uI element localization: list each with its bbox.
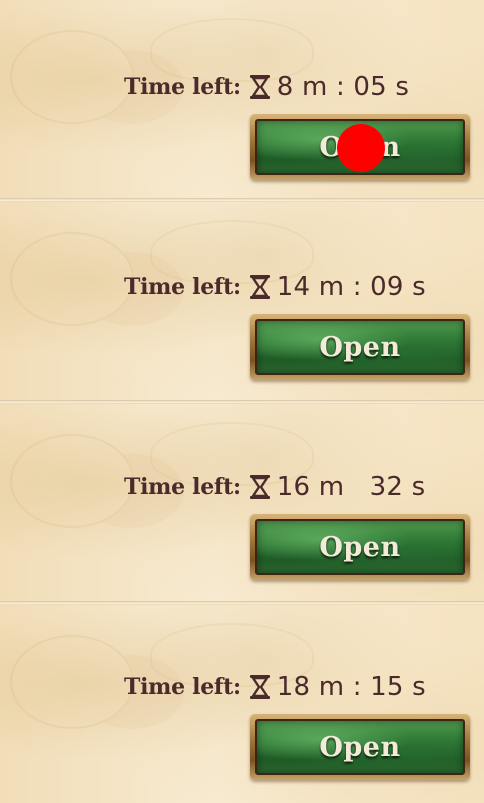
open-button[interactable]: Open xyxy=(250,114,470,180)
hourglass-icon xyxy=(249,675,270,699)
time-left-value: 16 m 32 s xyxy=(276,472,426,502)
open-button-label: Open xyxy=(319,531,401,563)
time-left-display: Time left: 14 m : 09 s xyxy=(124,270,426,304)
time-left-label: Time left: xyxy=(124,74,241,100)
timer-list: Time left: 8 m : 05 s Open Time left: 14… xyxy=(0,0,484,803)
open-button[interactable]: Open xyxy=(250,514,470,580)
open-button-face[interactable]: Open xyxy=(255,119,465,175)
time-left-label: Time left: xyxy=(124,474,241,500)
hourglass-icon xyxy=(249,75,270,99)
time-left-display: Time left: 16 m 32 s xyxy=(124,470,425,504)
open-button-face[interactable]: Open xyxy=(255,319,465,375)
open-button-label: Open xyxy=(319,731,401,763)
time-left-value: 18 m : 15 s xyxy=(276,672,426,702)
time-left-value: 14 m : 09 s xyxy=(276,272,426,302)
open-button-face[interactable]: Open xyxy=(255,519,465,575)
hourglass-icon xyxy=(249,275,270,299)
time-left-display: Time left: 18 m : 15 s xyxy=(124,670,426,704)
open-button[interactable]: Open xyxy=(250,714,470,780)
time-left-value: 8 m : 05 s xyxy=(276,72,410,102)
open-button-label: Open xyxy=(319,331,401,363)
open-button[interactable]: Open xyxy=(250,314,470,380)
hourglass-icon xyxy=(249,475,270,499)
open-button-face[interactable]: Open xyxy=(255,719,465,775)
open-button-label: Open xyxy=(319,131,401,163)
time-left-label: Time left: xyxy=(124,674,241,700)
time-left-display: Time left: 8 m : 05 s xyxy=(124,70,409,104)
time-left-label: Time left: xyxy=(124,274,241,300)
